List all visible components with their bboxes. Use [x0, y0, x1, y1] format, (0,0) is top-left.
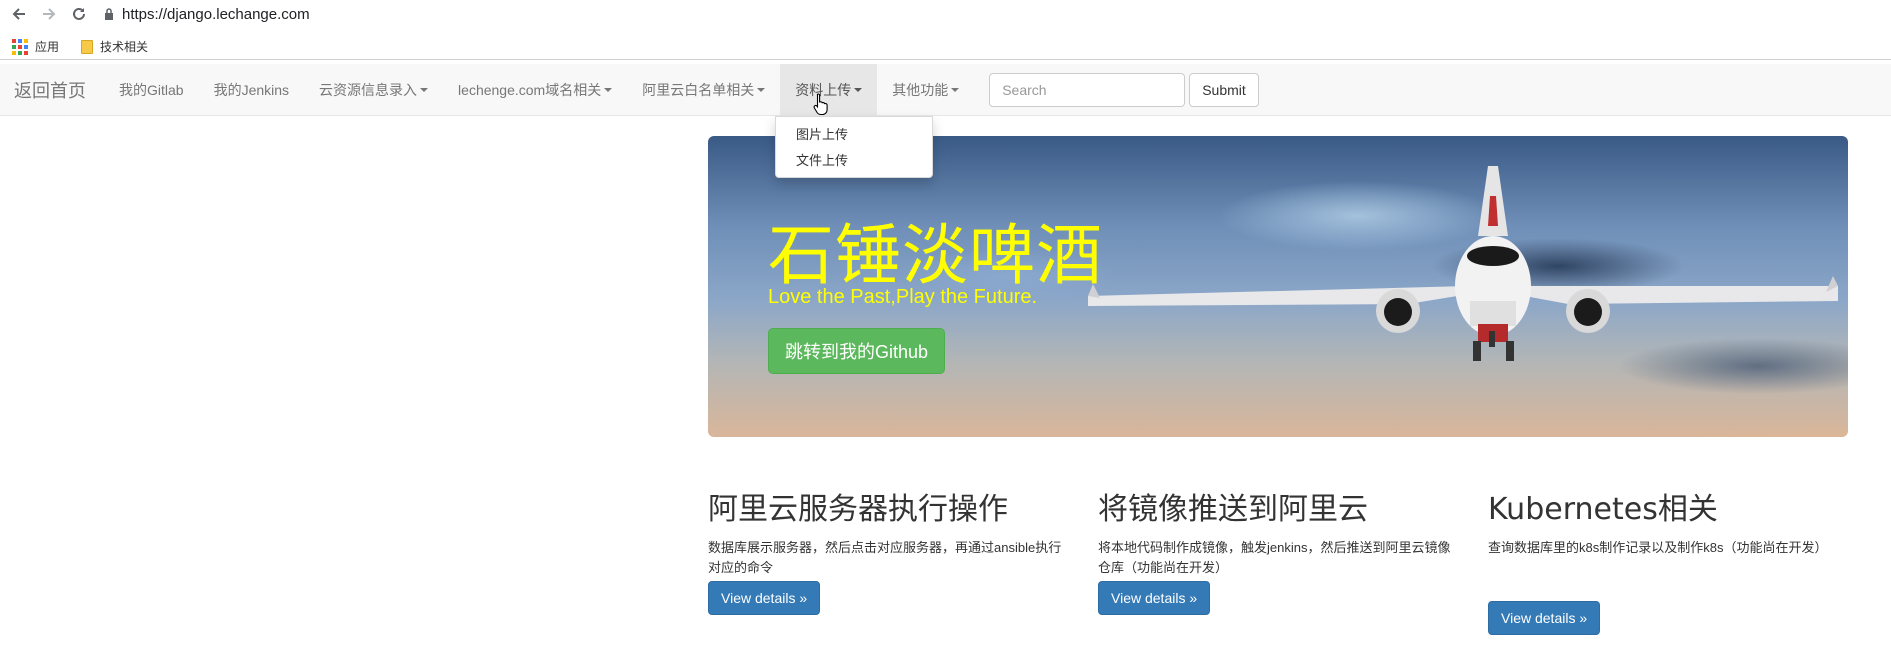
brand-home-link[interactable]: 返回首页 [14, 77, 86, 103]
nav-label: lechenge.com域名相关 [458, 81, 602, 98]
caret-down-icon [420, 87, 429, 92]
submit-button[interactable]: Submit [1189, 72, 1259, 107]
nav-domain-dropdown[interactable]: lechenge.com域名相关 [443, 64, 627, 116]
nav-label: 阿里云白名单相关 [642, 81, 755, 98]
nav-label: 我的Jenkins [213, 81, 290, 98]
github-button[interactable]: 跳转到我的Github [768, 328, 946, 374]
nav-label: 其他功能 [892, 81, 949, 98]
nav-other-dropdown[interactable]: 其他功能 [877, 64, 974, 116]
feature-column-kubernetes: Kubernetes相关 查询数据库里的k8s制作记录以及制作k8s（功能尚在开… [1488, 484, 1848, 635]
column-heading: 阿里云服务器执行操作 [708, 492, 1008, 527]
caret-down-icon [604, 87, 613, 92]
nav-cloud-resource-dropdown[interactable]: 云资源信息录入 [304, 64, 443, 116]
lock-icon [105, 8, 113, 20]
view-details-button[interactable]: View details » [1488, 601, 1601, 635]
bookmark-tech[interactable]: 技术相关 [81, 38, 148, 55]
forward-button[interactable] [38, 3, 60, 25]
caret-down-icon [854, 87, 863, 92]
nav-label: 云资源信息录入 [319, 81, 418, 98]
hero-jumbotron: 石锤淡啤酒 Love the Past,Play the Future. 跳转到… [708, 136, 1848, 437]
arrow-left-icon [12, 8, 25, 20]
feature-column-image-push: 将镜像推送到阿里云 将本地代码制作成镜像，触发jenkins，然后推送到阿里云镜… [1098, 484, 1458, 615]
caret-down-icon [951, 87, 960, 92]
nav-gitlab[interactable]: 我的Gitlab [104, 64, 199, 116]
column-text: 查询数据库里的k8s制作记录以及制作k8s（功能尚在开发） [1488, 540, 1828, 555]
hero-subtitle: Love the Past,Play the Future. [768, 286, 1038, 308]
reload-button[interactable] [68, 3, 90, 25]
bookmark-apps[interactable]: 应用 [12, 38, 59, 55]
nav-jenkins[interactable]: 我的Jenkins [199, 64, 304, 116]
column-text: 将本地代码制作成镜像，触发jenkins，然后推送到阿里云镜像仓库（功能尚在开发… [1098, 540, 1451, 575]
search-input[interactable] [989, 72, 1186, 107]
folder-icon [81, 39, 94, 54]
search-form: Submit [989, 72, 1259, 107]
view-details-button[interactable]: View details » [1098, 581, 1211, 615]
column-text: 数据库展示服务器，然后点击对应服务器，再通过ansible执行对应的命令 [708, 540, 1062, 575]
address-bar[interactable]: https://django.lechange.com [104, 6, 310, 23]
back-button[interactable] [8, 3, 30, 25]
hero-title: 石锤淡啤酒 [768, 217, 1103, 294]
nav-whitelist-dropdown[interactable]: 阿里云白名单相关 [627, 64, 780, 116]
url-text: https://django.lechange.com [122, 5, 310, 23]
column-heading: 将镜像推送到阿里云 [1098, 492, 1368, 527]
nav-label: 我的Gitlab [119, 81, 184, 98]
feature-column-ali-server: 阿里云服务器执行操作 数据库展示服务器，然后点击对应服务器，再通过ansible… [708, 484, 1068, 615]
bookmarks-bar: 应用 技术相关 [0, 34, 1891, 60]
arrow-right-icon [43, 8, 56, 20]
dropdown-item-file-upload[interactable]: 文件上传 [776, 148, 932, 174]
site-navbar: 返回首页 我的Gitlab 我的Jenkins 云资源信息录入 lechenge… [0, 63, 1891, 116]
column-heading: Kubernetes相关 [1488, 492, 1718, 527]
bookmark-label: 技术相关 [100, 40, 149, 54]
dropdown-item-image-upload[interactable]: 图片上传 [776, 122, 932, 148]
view-details-button[interactable]: View details » [708, 581, 821, 615]
bookmark-label: 应用 [35, 40, 60, 54]
browser-toolbar: https://django.lechange.com [0, 0, 1891, 28]
reload-icon [73, 7, 85, 20]
upload-dropdown-menu: 图片上传 文件上传 [775, 116, 933, 178]
apps-grid-icon [12, 38, 28, 55]
hand-cursor-icon [813, 93, 828, 116]
caret-down-icon [757, 87, 766, 92]
